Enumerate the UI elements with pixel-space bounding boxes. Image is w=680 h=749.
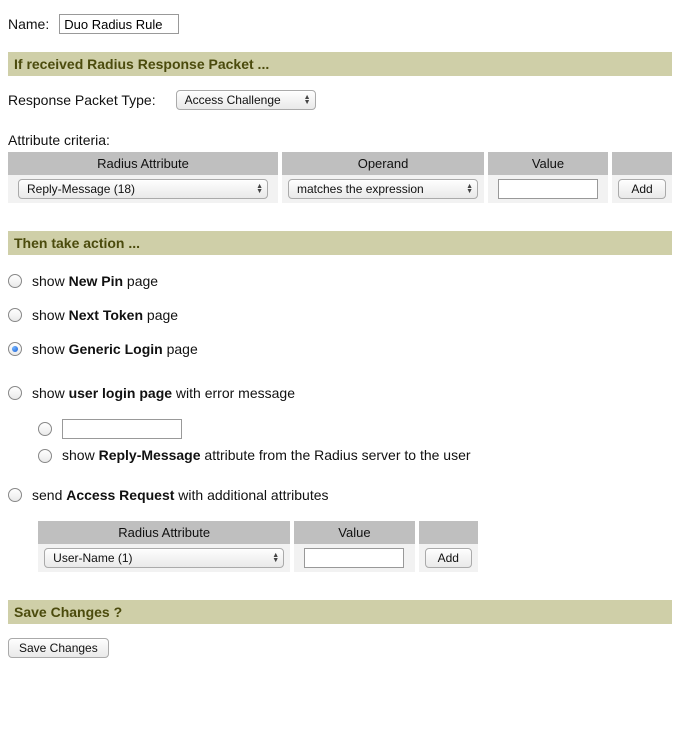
- action-label: show New Pin page: [32, 273, 158, 289]
- criteria-value-input[interactable]: [498, 179, 598, 199]
- attrs-add-button[interactable]: Add: [425, 548, 472, 568]
- action-label: show Reply-Message attribute from the Ra…: [62, 447, 471, 463]
- condition-section-header: If received Radius Response Packet ...: [8, 52, 672, 76]
- radio-icon: [8, 488, 22, 502]
- updown-icon: ▲▼: [304, 95, 311, 105]
- attrs-header-value: Value: [294, 521, 414, 544]
- action-next-token[interactable]: show Next Token page: [8, 307, 672, 323]
- updown-icon: ▲▼: [272, 553, 279, 563]
- radio-icon: [8, 274, 22, 288]
- updown-icon: ▲▼: [256, 184, 263, 194]
- error-reply-message-option[interactable]: show Reply-Message attribute from the Ra…: [38, 447, 578, 463]
- name-input[interactable]: [59, 14, 179, 34]
- action-generic-login[interactable]: show Generic Login page: [8, 341, 672, 357]
- additional-attrs-table: Radius Attribute Value User-Name (1) ▲▼ …: [38, 521, 478, 572]
- radio-icon: [8, 308, 22, 322]
- updown-icon: ▲▼: [466, 184, 473, 194]
- attrs-attr-value: User-Name (1): [53, 551, 132, 565]
- action-label: show Generic Login page: [32, 341, 198, 357]
- criteria-add-button[interactable]: Add: [618, 179, 665, 199]
- action-new-pin[interactable]: show New Pin page: [8, 273, 672, 289]
- action-label: show Next Token page: [32, 307, 178, 323]
- response-packet-select[interactable]: Access Challenge ▲▼: [176, 90, 316, 110]
- criteria-attr-value: Reply-Message (18): [27, 182, 135, 196]
- attrs-header-attr: Radius Attribute: [38, 521, 290, 544]
- error-message-input[interactable]: [62, 419, 182, 439]
- radio-icon: [38, 449, 52, 463]
- attribute-criteria-label: Attribute criteria:: [8, 132, 672, 148]
- action-user-login-error[interactable]: show user login page with error message: [8, 385, 672, 401]
- response-packet-value: Access Challenge: [185, 93, 281, 107]
- action-label: show user login page with error message: [32, 385, 295, 401]
- attrs-value-input[interactable]: [304, 548, 404, 568]
- response-packet-label: Response Packet Type:: [8, 92, 156, 108]
- criteria-operand-value: matches the expression: [297, 182, 424, 196]
- action-section-header: Then take action ...: [8, 231, 672, 255]
- criteria-header-attr: Radius Attribute: [8, 152, 278, 175]
- error-custom-option[interactable]: [38, 419, 672, 439]
- action-label: send Access Request with additional attr…: [32, 487, 329, 503]
- attrs-attr-select[interactable]: User-Name (1) ▲▼: [44, 548, 284, 568]
- save-changes-button[interactable]: Save Changes: [8, 638, 109, 658]
- radio-icon: [38, 422, 52, 436]
- criteria-operand-select[interactable]: matches the expression ▲▼: [288, 179, 478, 199]
- criteria-attr-select[interactable]: Reply-Message (18) ▲▼: [18, 179, 268, 199]
- criteria-table: Radius Attribute Operand Value Reply-Mes…: [8, 152, 672, 203]
- criteria-header-operand: Operand: [282, 152, 484, 175]
- radio-icon: [8, 386, 22, 400]
- criteria-header-value: Value: [488, 152, 608, 175]
- action-access-request[interactable]: send Access Request with additional attr…: [8, 487, 672, 503]
- radio-icon: [8, 342, 22, 356]
- save-section-header: Save Changes ?: [8, 600, 672, 624]
- name-label: Name:: [8, 16, 49, 32]
